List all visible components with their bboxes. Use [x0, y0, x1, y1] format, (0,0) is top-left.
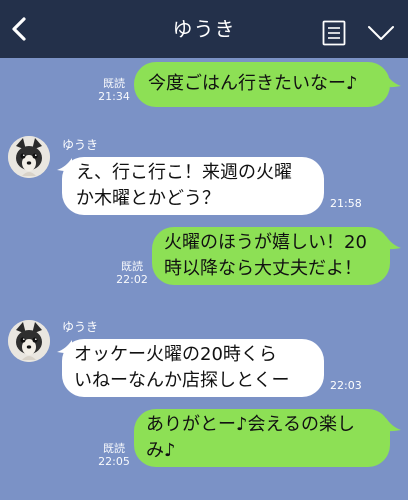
message-text: 今度ごはん行きたいなー♪	[148, 73, 358, 94]
message-bubble-outgoing[interactable]: 今度ごはん行きたいなー♪	[134, 62, 390, 107]
message-bubble-incoming[interactable]: え、行こ行こ！来週の火曜 か木曜とかどう？	[62, 157, 324, 215]
message-time: 21:34	[98, 90, 130, 103]
read-label: 既読	[103, 442, 125, 455]
message-text-line: か木曜とかどう？	[76, 188, 220, 209]
message-bubble-outgoing[interactable]: ありがとー♪会えるの楽し み♪	[134, 409, 390, 467]
message-time: 22:02	[116, 273, 148, 286]
avatar[interactable]	[8, 136, 50, 178]
message-meta: 既読 22:02	[114, 260, 150, 286]
message-text-line: ありがとー♪会えるの楽し	[146, 414, 355, 435]
sender-name: ゆうき	[62, 320, 99, 334]
message-text-line: いねーなんか店探しとくー	[74, 370, 290, 391]
message-time: 22:05	[98, 455, 130, 468]
dog-avatar-icon	[8, 320, 50, 362]
chat-title: ゆうき	[172, 17, 236, 41]
avatar[interactable]	[8, 320, 50, 362]
chevron-down-icon[interactable]	[366, 24, 396, 42]
read-label: 既読	[121, 260, 143, 273]
message-bubble-outgoing[interactable]: 火曜のほうが嬉しい！20 時以降なら大丈夫だよ！	[152, 227, 390, 285]
message-text-line: え、行こ行こ！来週の火曜	[76, 162, 292, 183]
message-meta: 既読 21:34	[96, 77, 132, 103]
message-text-line: オッケー火曜の20時くら	[74, 344, 277, 365]
message-time: 22:03	[330, 379, 362, 392]
message-text-line: 火曜のほうが嬉しい！20	[164, 232, 367, 253]
message-text-line: 時以降なら大丈夫だよ！	[164, 258, 362, 279]
dog-avatar-icon	[8, 136, 50, 178]
memo-list-icon[interactable]	[322, 20, 346, 46]
message-text-line: み♪	[146, 440, 176, 461]
sender-name: ゆうき	[62, 138, 99, 152]
message-bubble-incoming[interactable]: オッケー火曜の20時くら いねーなんか店探しとくー	[62, 339, 324, 397]
read-label: 既読	[103, 77, 125, 90]
message-meta: 既読 22:05	[96, 442, 132, 468]
message-time: 21:58	[330, 197, 362, 210]
chat-header: ゆうき	[0, 0, 408, 58]
